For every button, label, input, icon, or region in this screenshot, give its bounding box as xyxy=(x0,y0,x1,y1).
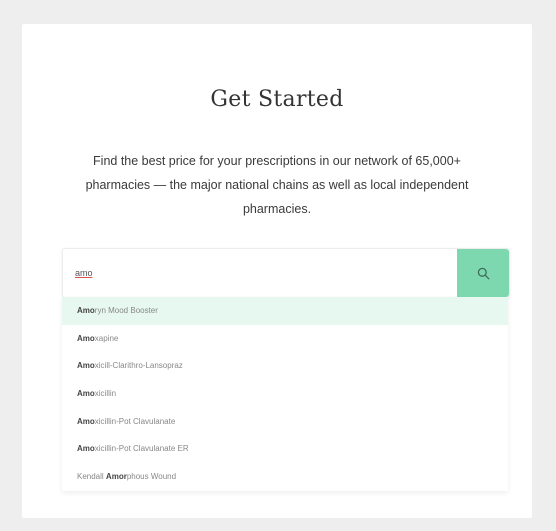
suggestion-rest: phous Wound xyxy=(126,472,177,482)
search-box xyxy=(62,248,510,298)
suggestion-match: Amo xyxy=(77,416,95,426)
suggestion-match: Amor xyxy=(105,472,127,482)
suggestion-item[interactable]: Amoxicillin-Pot Clavulanate ER xyxy=(62,435,508,463)
suggestion-rest: xicillin-Pot Clavulanate ER xyxy=(94,444,189,454)
suggestion-item[interactable]: Amoxapine xyxy=(62,325,508,353)
suggestion-dropdown: Amoryn Mood Booster Amoxapine Amoxicill-Cl… xyxy=(62,297,508,491)
suggestion-match: Amo xyxy=(77,306,95,315)
suggestion-match: Amo xyxy=(77,361,95,371)
suggestion-item[interactable]: Amoxicillin xyxy=(62,380,508,408)
suggestion-rest: xapine xyxy=(94,333,119,343)
suggestion-item[interactable]: Amoxicillin-Pot Clavulanate xyxy=(62,408,508,436)
page-title: Get Started xyxy=(210,87,344,112)
suggestion-item[interactable]: Kendall Amorphous Wound xyxy=(62,463,508,491)
suggestion-item[interactable]: Amoxicill-Clarithro-Lansopraz xyxy=(62,352,508,380)
suggestion-prefix: Kendall xyxy=(77,472,106,482)
search-input[interactable] xyxy=(75,249,455,297)
search-icon xyxy=(477,267,489,279)
suggestion-match: Amo xyxy=(77,389,95,399)
get-started-card: Get Started Find the best price for your… xyxy=(22,24,532,518)
suggestion-rest: xicillin-Pot Clavulanate xyxy=(94,416,176,426)
suggestion-rest: xicillin xyxy=(94,389,117,399)
page-subtitle: Find the best price for your prescriptio… xyxy=(85,154,469,216)
suggestion-rest: ryn Mood Booster xyxy=(94,306,158,315)
suggestion-match: Amo xyxy=(77,444,95,454)
suggestion-match: Amo xyxy=(77,333,95,343)
suggestion-rest: xicill-Clarithro-Lansopraz xyxy=(94,361,183,371)
suggestion-item[interactable]: Amoryn Mood Booster xyxy=(62,297,508,325)
search-button[interactable] xyxy=(457,249,509,297)
